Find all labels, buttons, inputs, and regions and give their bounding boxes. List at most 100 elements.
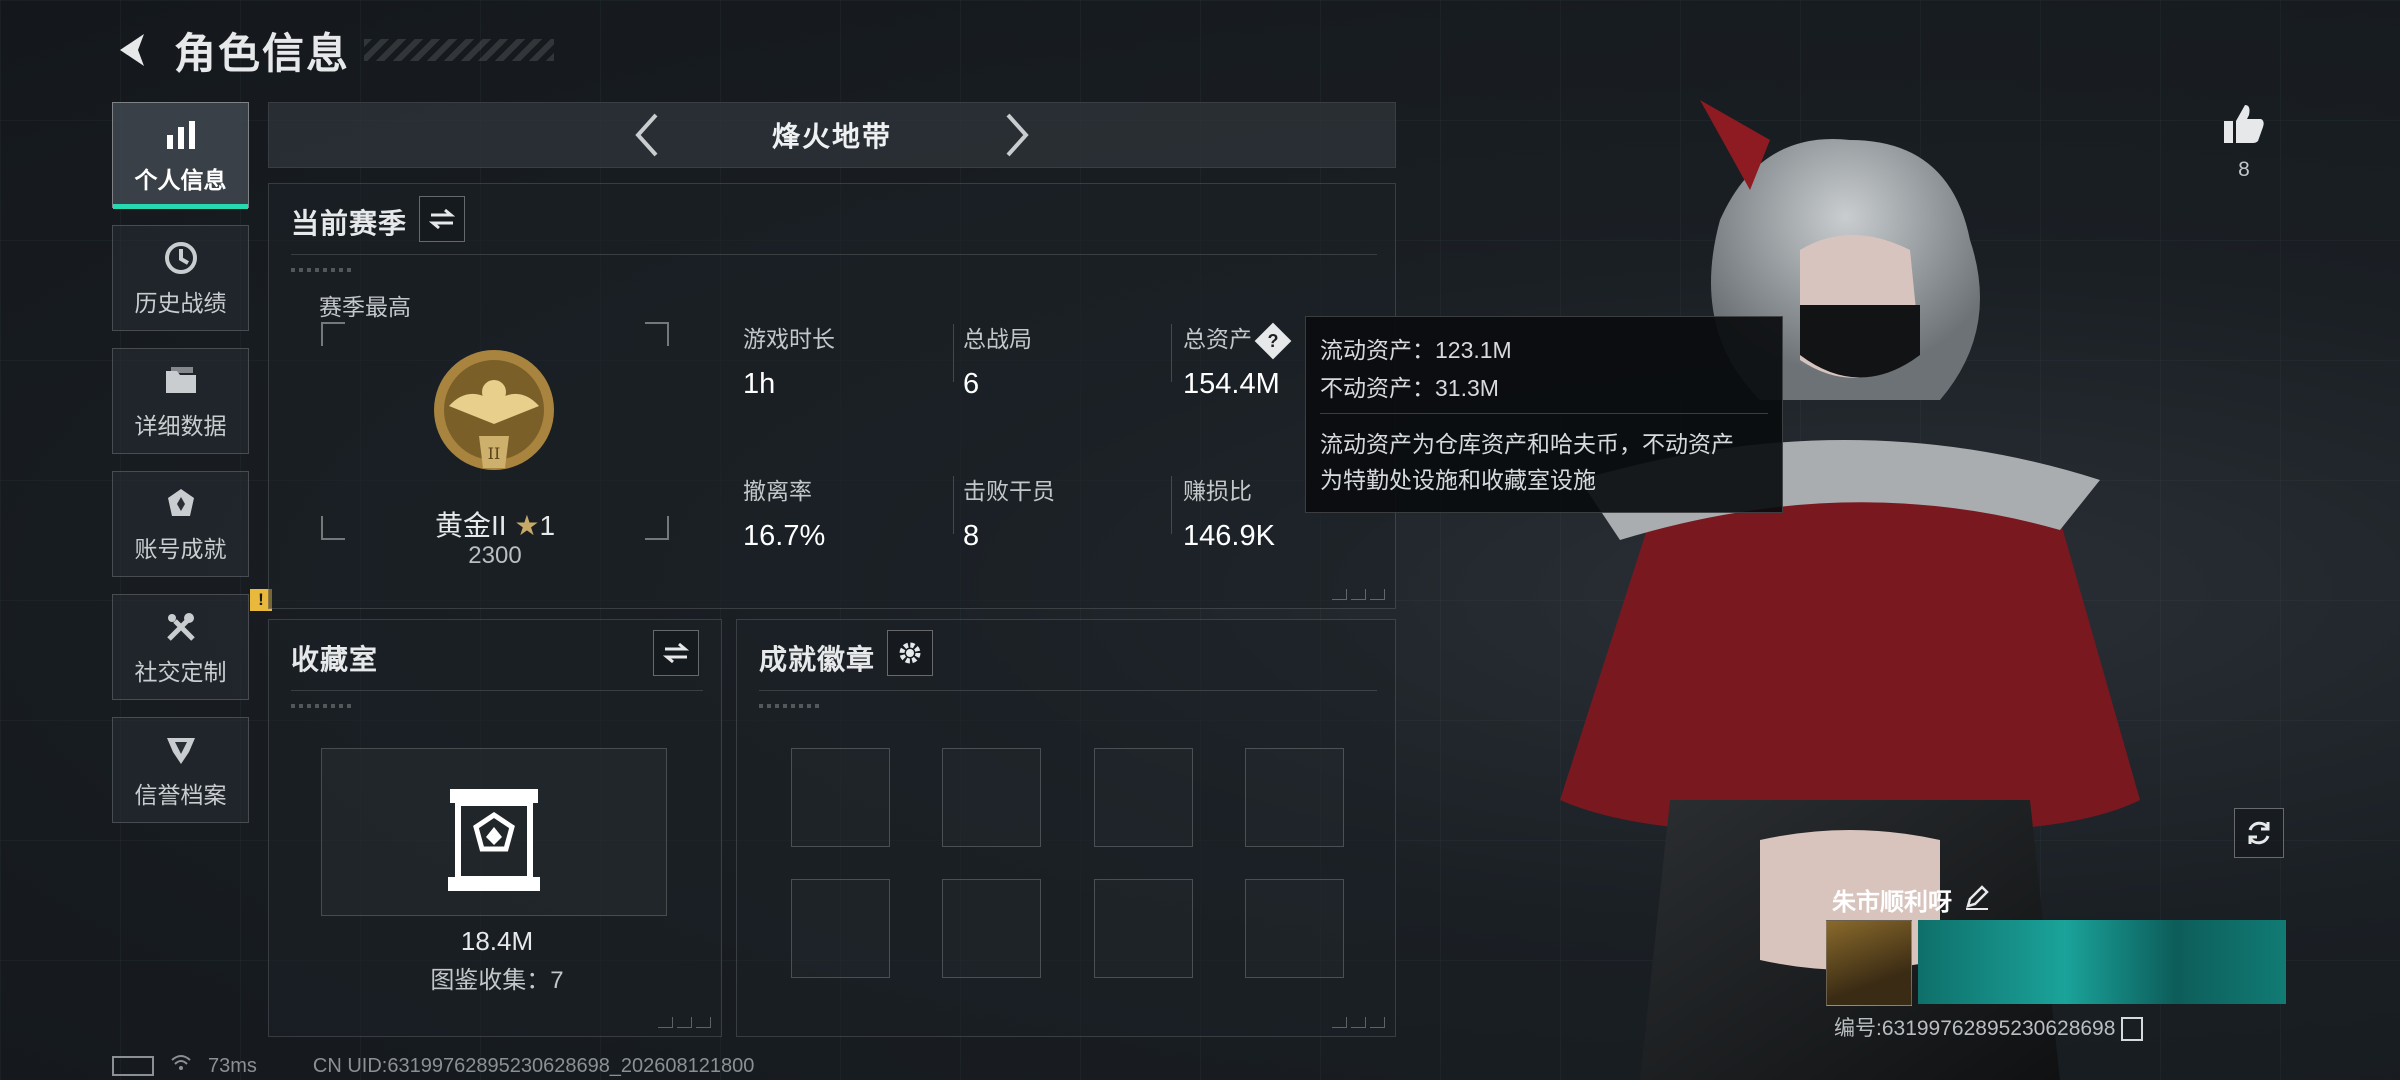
badge-slot[interactable] <box>942 748 1041 847</box>
avatar[interactable] <box>1826 920 1912 1006</box>
display-case-icon <box>448 789 540 891</box>
divider <box>759 690 1377 691</box>
battery-icon <box>112 1056 154 1076</box>
map-next-button[interactable] <box>993 111 1041 159</box>
bar-chart-icon <box>161 115 201 155</box>
divider <box>953 324 954 382</box>
season-best-label: 赛季最高 <box>319 294 411 320</box>
collection-switch-button[interactable] <box>653 630 699 676</box>
like-button[interactable] <box>2216 96 2272 152</box>
season-title: 当前赛季 <box>291 208 408 239</box>
back-button[interactable] <box>112 28 156 72</box>
badge-slot[interactable] <box>791 748 890 847</box>
assets-tooltip: 流动资产：123.1M 不动资产：31.3M 流动资产为仓库资产和哈夫币，不动资… <box>1305 316 1783 513</box>
achievement-title: 成就徽章 <box>759 644 876 675</box>
folder-icon <box>161 361 201 401</box>
divider <box>953 476 954 534</box>
history-icon <box>161 238 201 278</box>
refresh-button[interactable] <box>2234 808 2284 858</box>
achievement-panel: 成就徽章 <box>736 619 1396 1037</box>
corner-decoration <box>658 1017 711 1028</box>
divider <box>1171 476 1172 534</box>
tooltip-description-line2: 为特勤处设施和收藏室设施 <box>1320 467 1596 493</box>
status-bar: 73ms CN UID:6319976289523062869​8_202608… <box>112 1054 754 1078</box>
stat-profit-ratio: 赚损比 146.9K <box>1183 478 1275 552</box>
svg-text:II: II <box>488 444 501 463</box>
like-count: 8 <box>2238 158 2250 181</box>
achievement-settings-button[interactable] <box>887 630 933 676</box>
rank-score: 2300 <box>468 542 522 569</box>
season-panel: 当前赛季 赛季最高 II 黄金II ★1 2300 游戏时长 1h 总战局 6 … <box>268 183 1396 609</box>
swap-icon <box>663 642 689 664</box>
tooltip-description-line1: 流动资产为仓库资产和哈夫币，不动资产 <box>1320 431 1734 457</box>
stat-kills: 击败干员 8 <box>963 478 1055 552</box>
divider <box>1320 413 1768 414</box>
corner-decoration <box>1332 1017 1385 1028</box>
page-header: 角色信息 <box>112 22 555 78</box>
chevron-right-icon <box>1006 113 1029 157</box>
dash-decoration <box>291 704 351 708</box>
wifi-icon <box>170 1054 192 1078</box>
map-selector: 烽火地带 <box>268 102 1396 168</box>
badge-slot[interactable] <box>791 879 890 978</box>
profile-banner <box>1918 920 2286 1004</box>
sidebar-item-detailed-data[interactable]: 详细数据 <box>112 348 249 454</box>
help-icon[interactable]: ? <box>1254 322 1292 360</box>
tooltip-liquid-assets: 流动资产：123.1M <box>1320 337 1512 363</box>
ping-value: 73ms <box>208 1054 257 1077</box>
sidebar: 个人信息 历史战绩 详细数据 账号成就 ! 社交定制 信誉档案 <box>112 102 272 840</box>
uid-text: CN UID:6319976289523062869​8_20260812180… <box>312 1054 755 1077</box>
divider <box>291 690 703 691</box>
corner-decoration <box>1332 589 1385 600</box>
sidebar-item-personal-info[interactable]: 个人信息 <box>112 102 249 209</box>
gear-icon <box>899 642 921 664</box>
rank-name: 黄金II ★1 <box>434 510 556 541</box>
sidebar-item-achievements[interactable]: 账号成就 <box>112 471 249 577</box>
collection-title: 收藏室 <box>291 644 379 675</box>
divider <box>1171 324 1172 382</box>
divider <box>291 254 1377 255</box>
edit-icon[interactable] <box>1964 884 1990 910</box>
tooltip-fixed-assets: 不动资产：31.3M <box>1320 375 1499 401</box>
player-id: 编号:6319976289523062869​8 <box>1834 1012 2144 1042</box>
badge-slot[interactable] <box>1245 748 1344 847</box>
copy-icon[interactable] <box>2121 1017 2144 1042</box>
player-card[interactable] <box>1826 920 2286 1006</box>
sidebar-item-social-custom[interactable]: ! 社交定制 <box>112 589 272 700</box>
stat-play-time: 游戏时长 1h <box>743 326 835 400</box>
tools-icon <box>161 607 201 647</box>
map-prev-button[interactable] <box>623 111 671 159</box>
page-title: 角色信息 <box>174 29 351 77</box>
swap-icon <box>429 208 455 230</box>
collection-count: 图鉴收集：7 <box>430 967 564 994</box>
sidebar-item-label: 个人信息 <box>134 167 227 193</box>
gold-rank-emblem-icon: II <box>434 350 554 470</box>
star-icon: ★ <box>514 510 540 541</box>
stat-total-matches: 总战局 6 <box>963 326 1032 400</box>
back-arrow-icon <box>120 34 144 66</box>
title-decoration <box>364 39 555 61</box>
collection-display[interactable] <box>321 748 667 916</box>
map-name: 烽火地带 <box>771 121 892 152</box>
badge-slot[interactable] <box>1245 879 1344 978</box>
reputation-icon <box>161 730 201 770</box>
sidebar-item-history[interactable]: 历史战绩 <box>112 225 249 331</box>
achievement-icon <box>161 484 201 524</box>
dash-decoration <box>291 268 351 272</box>
sidebar-item-label: 账号成就 <box>134 536 227 562</box>
sidebar-item-label: 社交定制 <box>134 659 227 685</box>
badge-slot[interactable] <box>1094 748 1193 847</box>
sidebar-item-reputation[interactable]: 信誉档案 <box>112 717 249 823</box>
sidebar-item-label: 详细数据 <box>134 413 227 439</box>
sidebar-item-label: 信誉档案 <box>134 782 227 808</box>
chevron-left-icon <box>635 113 658 157</box>
player-name: 朱市顺利呀 <box>1832 889 1952 916</box>
badge-slot[interactable] <box>1094 879 1193 978</box>
badge-slot[interactable] <box>942 879 1041 978</box>
stat-total-assets: 总资产? 154.4M <box>1183 320 1292 401</box>
collection-value: 18.4M <box>460 926 534 956</box>
collection-panel: 收藏室 18.4M 图鉴收集：7 <box>268 619 722 1037</box>
season-switch-button[interactable] <box>419 196 465 242</box>
dash-decoration <box>759 704 819 708</box>
sidebar-item-label: 历史战绩 <box>134 290 227 316</box>
